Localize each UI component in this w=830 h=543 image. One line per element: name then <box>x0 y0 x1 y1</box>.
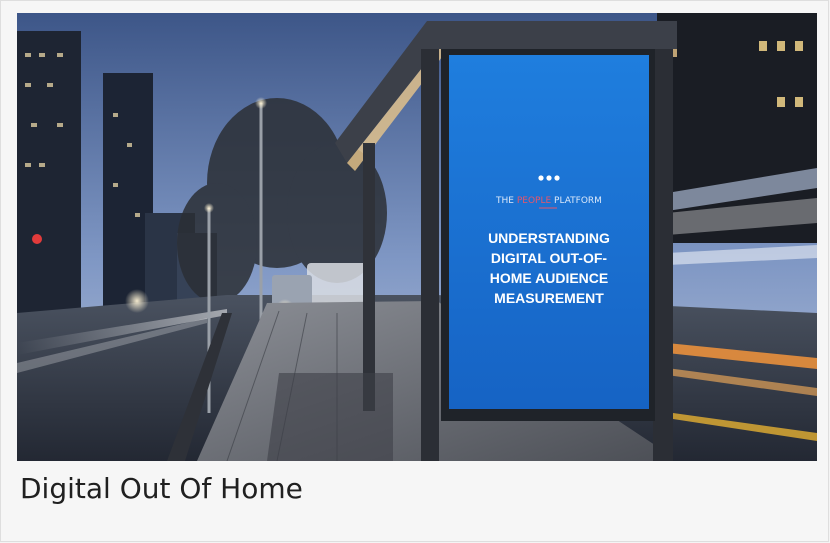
headline-line: DIGITAL OUT-OF- <box>491 250 607 266</box>
brand-logo-icon <box>538 175 560 181</box>
image-card[interactable]: THE PEOPLE PLATFORM UNDERSTANDING DIGITA… <box>0 0 829 542</box>
thumbnail-image[interactable]: THE PEOPLE PLATFORM UNDERSTANDING DIGITA… <box>17 13 817 461</box>
headline-line: MEASUREMENT <box>494 290 604 306</box>
card-caption[interactable]: Digital Out Of Home <box>20 469 303 509</box>
headline-line: HOME AUDIENCE <box>490 270 609 286</box>
headline-line: UNDERSTANDING <box>488 230 610 246</box>
brand-name: THE PEOPLE PLATFORM <box>495 196 602 206</box>
bus-shelter-scene: THE PEOPLE PLATFORM UNDERSTANDING DIGITA… <box>17 13 817 461</box>
